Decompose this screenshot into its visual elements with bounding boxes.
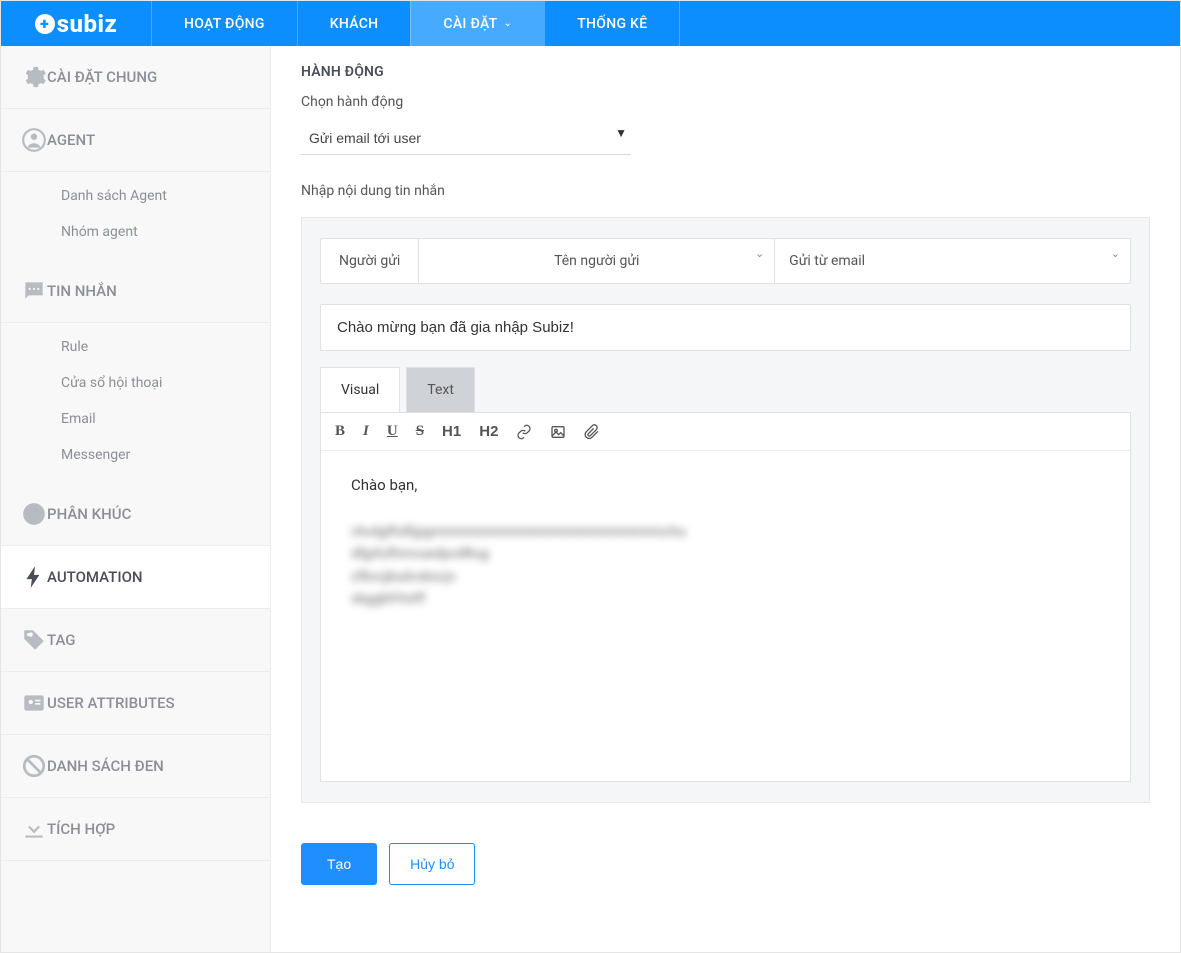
user-icon [21, 127, 47, 153]
nav-activity[interactable]: HOẠT ĐỘNG [151, 1, 297, 46]
body-line: zfbvcjksdvskscjv [351, 566, 1100, 588]
sidebar-sub-email[interactable]: Email [1, 401, 270, 437]
sidebar-sub-agent-list[interactable]: Danh sách Agent [1, 178, 270, 214]
sidebar-item-general[interactable]: CÀI ĐẶT CHUNG [1, 46, 270, 109]
chevron-down-icon: ⌄ [504, 18, 513, 29]
app-frame: +subiz HOẠT ĐỘNG KHÁCH CÀI ĐẶT ⌄ THỐNG K… [0, 0, 1181, 953]
editor-body[interactable]: Chào bạn, rAvdgfhdfgignnnnnnnnnnnnnnnnnn… [321, 451, 1130, 781]
sidebar-sub-rule[interactable]: Rule [1, 329, 270, 365]
sidebar-item-agent[interactable]: AGENT [1, 109, 270, 172]
sidebar-sub-chat-window[interactable]: Cửa sổ hội thoại [1, 365, 270, 401]
h1-button[interactable]: H1 [442, 423, 461, 440]
compose-panel: Người gửi Tên người gửi ⌄ Gửi từ email ⌄… [301, 217, 1150, 803]
body-line: dfjpfufhmvuedpvdRug [351, 543, 1100, 565]
sidebar-item-automation[interactable]: AUTOMATION [1, 546, 270, 609]
tab-visual[interactable]: Visual [320, 367, 400, 412]
pie-icon [21, 501, 47, 527]
subject-input[interactable] [320, 304, 1131, 351]
sidebar-label: TÍCH HỢP [47, 820, 115, 838]
greeting-line: Chào bạn, [351, 473, 1100, 497]
brand-text: subiz [57, 10, 118, 38]
editor-tabs: Visual Text [320, 367, 1131, 412]
h2-button[interactable]: H2 [479, 423, 498, 440]
sidebar-label: TIN NHẮN [47, 282, 117, 300]
underline-button[interactable]: U [387, 423, 398, 440]
sidebar-item-user-attributes[interactable]: USER ATTRIBUTES [1, 672, 270, 735]
action-select[interactable] [301, 122, 631, 155]
sidebar-label: DANH SÁCH ĐEN [47, 757, 164, 775]
sidebar-label: PHÂN KHÚC [47, 505, 131, 523]
main-content: HÀNH ĐỘNG Chọn hành động ▼ Nhập nội dung… [271, 46, 1180, 952]
idcard-icon [21, 690, 47, 716]
nav-stats[interactable]: THỐNG KÊ [544, 1, 680, 46]
sidebar-label: USER ATTRIBUTES [47, 694, 175, 712]
body-line: rAvdgfhdfgignnnnnnnnnnnnnnnnnnnnnnnnnnnn… [351, 521, 1100, 543]
sidebar-item-tag[interactable]: TAG [1, 609, 270, 672]
sidebar-label: AGENT [47, 131, 95, 149]
brand-logo[interactable]: +subiz [1, 1, 151, 46]
sender-label: Người gửi [321, 239, 419, 283]
section-title: HÀNH ĐỘNG [301, 64, 1150, 80]
strikethrough-button[interactable]: S [416, 423, 424, 440]
nav-customers[interactable]: KHÁCH [297, 1, 411, 46]
action-buttons: Tạo Hủy bỏ [301, 843, 1150, 885]
tab-text[interactable]: Text [406, 367, 475, 412]
image-button[interactable] [550, 424, 566, 440]
sidebar-item-messages[interactable]: TIN NHẮN [1, 260, 270, 323]
tag-icon [21, 627, 47, 653]
italic-button[interactable]: I [363, 423, 369, 440]
chat-icon [21, 278, 47, 304]
sidebar-label: CÀI ĐẶT CHUNG [47, 68, 157, 86]
sidebar-sub-agent-group[interactable]: Nhóm agent [1, 214, 270, 250]
plus-icon: + [35, 14, 55, 34]
message-label: Nhập nội dung tin nhắn [301, 183, 1150, 199]
nav-settings[interactable]: CÀI ĐẶT ⌄ [410, 1, 544, 46]
attachment-button[interactable] [584, 424, 600, 440]
cancel-button[interactable]: Hủy bỏ [389, 843, 475, 885]
sidebar-sub-messenger[interactable]: Messenger [1, 437, 270, 473]
bold-button[interactable]: B [335, 423, 345, 440]
body-line: skggbfrfutff [351, 588, 1100, 610]
sender-name-select[interactable]: Tên người gửi ⌄ [419, 239, 775, 283]
gear-icon [21, 64, 47, 90]
sender-row: Người gửi Tên người gửi ⌄ Gửi từ email ⌄ [320, 238, 1131, 284]
create-button[interactable]: Tạo [301, 843, 377, 885]
editor-toolbar: B I U S H1 H2 [321, 413, 1130, 451]
ban-icon [21, 753, 47, 779]
link-button[interactable] [516, 424, 532, 440]
bolt-icon [21, 564, 47, 590]
sidebar-item-integration[interactable]: TÍCH HỢP [1, 798, 270, 861]
sidebar-item-blacklist[interactable]: DANH SÁCH ĐEN [1, 735, 270, 798]
sidebar-label: AUTOMATION [47, 568, 143, 586]
editor: B I U S H1 H2 Chào bạn, rAvdgfhdfgignnnn… [320, 412, 1131, 782]
sender-email-select[interactable]: Gửi từ email ⌄ [775, 239, 1130, 283]
chevron-down-icon: ⌄ [755, 247, 764, 260]
top-nav: +subiz HOẠT ĐỘNG KHÁCH CÀI ĐẶT ⌄ THỐNG K… [1, 1, 1180, 46]
download-icon [21, 816, 47, 842]
chevron-down-icon: ⌄ [1111, 247, 1120, 260]
sidebar-label: TAG [47, 631, 76, 649]
sidebar: CÀI ĐẶT CHUNG AGENT Danh sách Agent Nhóm… [1, 46, 271, 952]
sidebar-item-segment[interactable]: PHÂN KHÚC [1, 483, 270, 546]
action-label: Chọn hành động [301, 94, 1150, 110]
